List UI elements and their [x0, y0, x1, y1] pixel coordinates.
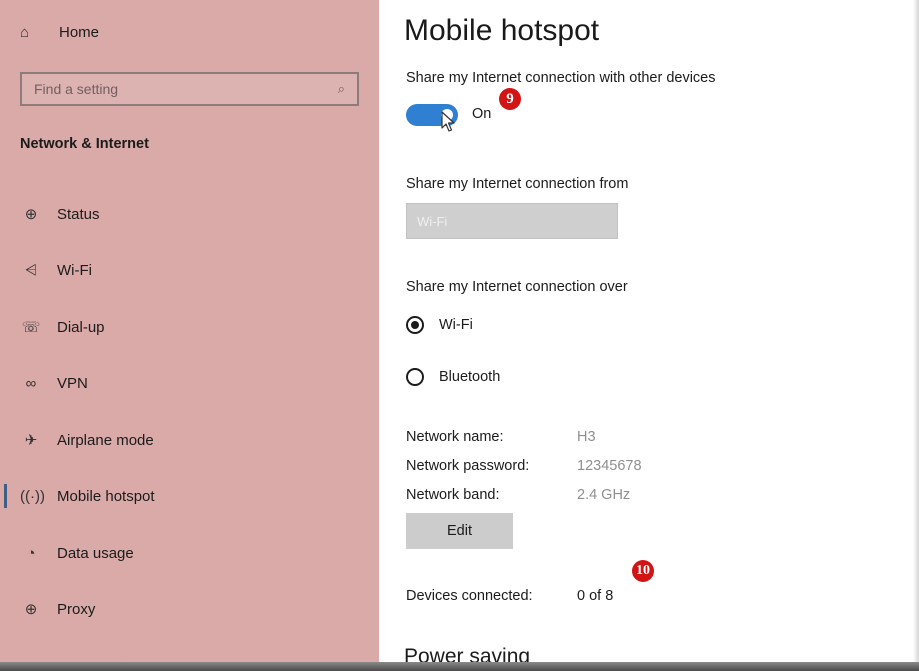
share-from-dropdown[interactable]: Wi-Fi	[406, 203, 618, 239]
sidebar-item-label: Data usage	[57, 544, 134, 562]
search-icon[interactable]: ⌕	[338, 81, 345, 97]
sidebar-item-label: Status	[57, 205, 100, 223]
airplane-icon: ✈	[24, 432, 38, 449]
network-band-label: Network band:	[406, 487, 500, 503]
section-title: Network & Internet	[20, 136, 149, 152]
sidebar-item-status[interactable]: ⊕ Status	[0, 194, 379, 234]
sidebar-item-proxy[interactable]: ⊕ Proxy	[0, 589, 379, 629]
network-band-value: 2.4 GHz	[577, 487, 631, 503]
network-password-value: 12345678	[577, 458, 642, 474]
sidebar-item-label: Dial-up	[57, 318, 105, 336]
sidebar-item-data-usage[interactable]: ◔ Data usage	[0, 533, 379, 573]
window-edge-shadow	[913, 0, 919, 671]
step-10-badge: 10	[632, 560, 654, 582]
sidebar-item-label: Airplane mode	[57, 431, 154, 449]
sidebar-item-label: VPN	[57, 374, 88, 392]
sidebar: ⌂ Home Find a setting ⌕ Network & Intern…	[0, 0, 379, 671]
hotspot-icon: ((·))	[20, 487, 45, 505]
devices-connected-value: 0 of 8	[577, 588, 614, 604]
search-box[interactable]: Find a setting ⌕	[20, 72, 359, 106]
sidebar-item-vpn[interactable]: ∞ VPN	[0, 363, 379, 403]
sidebar-item-dialup[interactable]: ☏ Dial-up	[0, 307, 379, 347]
share-label: Share my Internet connection with other …	[406, 70, 716, 86]
phone-icon: ☏	[21, 319, 41, 336]
page-title: Mobile hotspot	[404, 14, 600, 47]
network-name-value: H3	[577, 429, 596, 445]
sidebar-item-label: Proxy	[57, 600, 96, 618]
network-name-label: Network name:	[406, 429, 504, 445]
sidebar-item-mobile-hotspot[interactable]: ((·)) Mobile hotspot	[0, 476, 379, 516]
globe-icon: ⊕	[24, 601, 38, 618]
wifi-icon: ⩤	[24, 261, 37, 279]
share-from-value: Wi-Fi	[417, 213, 448, 229]
radio-button-selected[interactable]	[406, 316, 424, 334]
sidebar-item-airplane-mode[interactable]: ✈ Airplane mode	[0, 420, 379, 460]
radio-label: Bluetooth	[439, 369, 501, 385]
sidebar-item-label: Mobile hotspot	[57, 487, 155, 505]
step-9-badge: 9	[499, 88, 521, 110]
share-from-label: Share my Internet connection from	[406, 176, 629, 192]
mouse-cursor-icon	[441, 111, 455, 132]
sidebar-home[interactable]: ⌂ Home	[20, 24, 99, 41]
pie-icon: ◔	[26, 544, 36, 562]
network-password-label: Network password:	[406, 458, 530, 474]
home-label: Home	[59, 24, 100, 41]
active-marker	[4, 484, 7, 508]
edit-button[interactable]: Edit	[406, 513, 513, 549]
search-input[interactable]: Find a setting	[34, 81, 338, 97]
home-icon: ⌂	[20, 24, 30, 41]
radio-label: Wi-Fi	[439, 317, 473, 333]
radio-button[interactable]	[406, 368, 424, 386]
radio-wifi[interactable]: Wi-Fi	[406, 316, 473, 334]
sidebar-item-label: Wi-Fi	[57, 261, 92, 279]
sidebar-item-wifi[interactable]: ⩤ Wi-Fi	[0, 250, 379, 290]
toggle-state: On	[472, 106, 492, 122]
share-over-label: Share my Internet connection over	[406, 279, 628, 295]
globe-icon: ⊕	[24, 206, 38, 223]
radio-bluetooth[interactable]: Bluetooth	[406, 368, 500, 386]
vpn-icon: ∞	[25, 374, 37, 392]
devices-connected-label: Devices connected:	[406, 588, 533, 604]
window-bottom-shadow	[0, 662, 919, 671]
